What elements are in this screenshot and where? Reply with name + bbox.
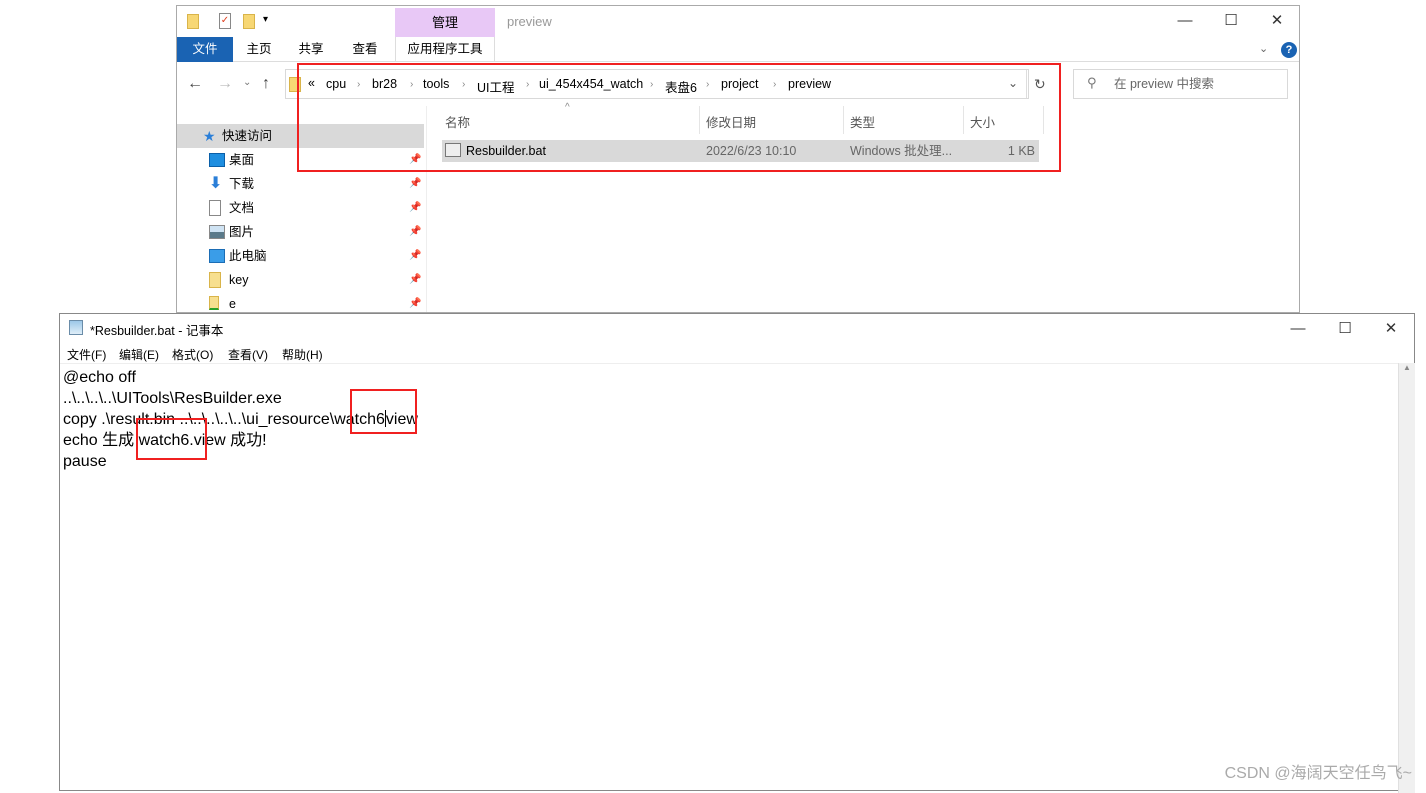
menu-edit[interactable]: 编辑(E): [119, 346, 159, 363]
sidebar-item-downloads[interactable]: ⬇ 下载 📌: [177, 172, 424, 196]
maximize-button[interactable]: ☐: [1322, 314, 1368, 344]
computer-icon: [209, 249, 225, 263]
folder-icon: [209, 272, 221, 288]
sidebar-item-e[interactable]: e 📌: [177, 292, 424, 312]
scroll-up-icon[interactable]: ▲: [1399, 363, 1415, 372]
sidebar-item-documents[interactable]: 文档 📌: [177, 196, 424, 220]
sidebar-item-pictures[interactable]: 图片 📌: [177, 220, 424, 244]
close-button[interactable]: ✕: [1254, 6, 1299, 36]
expand-ribbon-icon[interactable]: ⌄: [1259, 42, 1268, 55]
new-folder-icon[interactable]: [243, 14, 255, 29]
tab-share[interactable]: 共享: [289, 37, 333, 62]
text-line: pause: [63, 453, 107, 470]
search-icon: ⚲: [1087, 75, 1097, 90]
forward-button[interactable]: →: [217, 75, 233, 93]
desktop-icon: [209, 153, 225, 167]
menu-help[interactable]: 帮助(H): [282, 346, 323, 363]
sidebar-item-this-pc[interactable]: 此电脑 📌: [177, 244, 424, 268]
menu-file[interactable]: 文件(F): [67, 346, 106, 363]
vertical-scrollbar[interactable]: ▲: [1398, 363, 1415, 793]
watermark: CSDN @海阔天空任鸟飞~: [1224, 765, 1412, 782]
notepad-window: *Resbuilder.bat - 记事本 — ☐ ✕ 文件(F) 编辑(E) …: [59, 313, 1415, 793]
network-folder-icon: [209, 296, 219, 310]
pin-icon[interactable]: 📌: [409, 220, 421, 244]
pictures-icon: [209, 225, 225, 239]
minimize-button[interactable]: —: [1162, 6, 1208, 36]
pin-icon[interactable]: 📌: [409, 292, 421, 312]
pin-icon[interactable]: 📌: [409, 244, 421, 268]
maximize-button[interactable]: ☐: [1208, 6, 1254, 36]
tab-view[interactable]: 查看: [343, 37, 387, 62]
pin-icon[interactable]: 📌: [409, 196, 421, 220]
star-icon: ★: [203, 128, 216, 144]
text-line: copy .\result.bin ..\..\..\..\..\ui_reso…: [63, 409, 1398, 430]
menu-view[interactable]: 查看(V): [228, 346, 268, 363]
highlight-box-watch6-echo: [136, 418, 207, 460]
text-editor[interactable]: @echo off ..\..\..\..\UITools\ResBuilder…: [60, 363, 1398, 793]
tab-file[interactable]: 文件: [177, 37, 233, 62]
minimize-button[interactable]: —: [1275, 314, 1321, 344]
notepad-icon: [69, 320, 83, 335]
customize-dropdown-icon[interactable]: ▾: [263, 14, 268, 25]
highlight-box-watch6-copy: [350, 389, 417, 434]
tab-home[interactable]: 主页: [237, 37, 281, 62]
text-segment: copy .\result.bin ..\..\..\..\..\ui_reso…: [63, 411, 385, 428]
highlight-box-path: [297, 63, 1061, 172]
pin-icon[interactable]: 📌: [409, 172, 421, 196]
text-line: echo 生成 watch6.view 成功!: [63, 432, 267, 449]
up-button[interactable]: ↑: [262, 75, 270, 93]
search-input[interactable]: 在 preview 中搜索: [1073, 69, 1288, 99]
close-button[interactable]: ✕: [1368, 314, 1414, 344]
download-icon: ⬇: [209, 175, 223, 192]
window-title: *Resbuilder.bat - 记事本: [90, 324, 224, 338]
text-line: @echo off: [63, 369, 136, 386]
ribbon-tabs: 文件 主页 共享 查看 应用程序工具 ⌄ ?: [177, 37, 1299, 62]
tab-app-tools[interactable]: 应用程序工具: [395, 37, 495, 62]
recent-locations-button[interactable]: ⌄: [243, 77, 251, 88]
properties-icon[interactable]: ✓: [219, 13, 231, 29]
quick-access-toolbar: ✓ ▾: [177, 6, 1299, 36]
contextual-tab-manage[interactable]: 管理: [395, 8, 495, 37]
folder-icon[interactable]: [187, 14, 199, 29]
menu-format[interactable]: 格式(O): [172, 346, 213, 363]
window-title: preview: [507, 14, 552, 29]
document-icon: [209, 200, 221, 216]
text-line: ..\..\..\..\UITools\ResBuilder.exe: [63, 390, 282, 407]
sidebar-item-key[interactable]: key 📌: [177, 268, 424, 292]
pin-icon[interactable]: 📌: [409, 268, 421, 292]
help-icon[interactable]: ?: [1281, 42, 1297, 58]
back-button[interactable]: ←: [187, 75, 203, 93]
